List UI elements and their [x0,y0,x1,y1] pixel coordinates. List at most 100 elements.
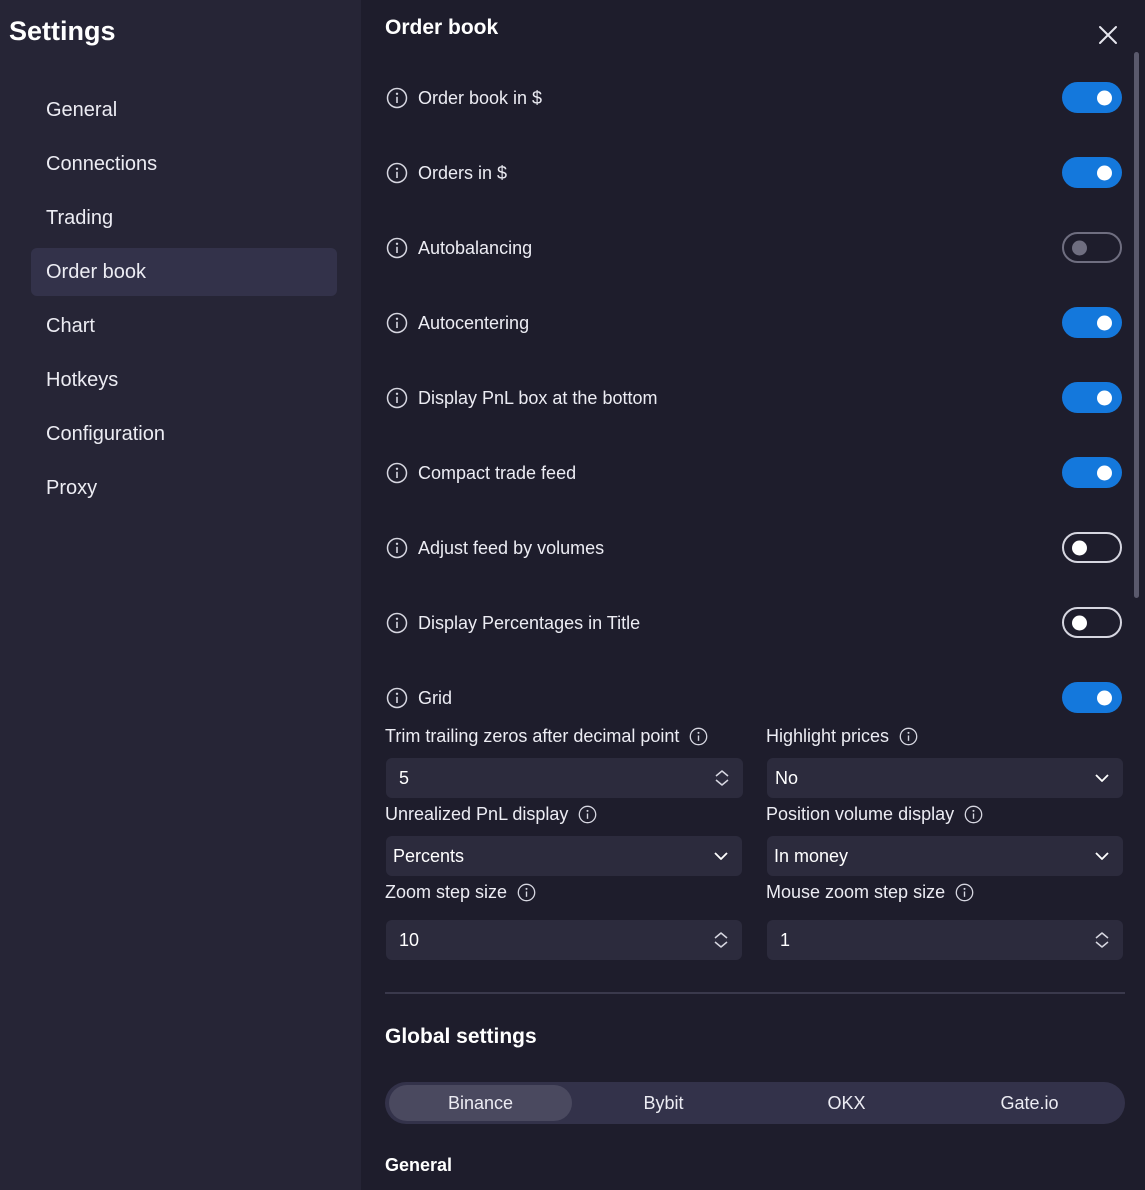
toggle-label: Autocentering [418,312,530,333]
highlight-prices-value: No [775,767,799,788]
toggle-knob [1097,90,1112,105]
mouse-zoom-step-stepper[interactable]: 1 [767,920,1123,960]
trim-zeros-value: 5 [399,767,410,788]
toggle-label: Orders in $ [418,162,508,183]
toggle-label: Order book in $ [418,87,543,108]
toggle-label: Autobalancing [418,237,533,258]
chevron-down-icon [1095,774,1109,782]
info-icon[interactable] [386,387,408,409]
info-icon[interactable] [517,883,536,902]
toggle-knob [1072,615,1087,630]
orders-in-dollars-toggle[interactable] [1062,157,1122,188]
tab-gate-io[interactable]: Gate.io [938,1085,1121,1121]
trim-zeros-label-group: Trim trailing zeros after decimal point [385,726,708,747]
position-volume-select[interactable]: In money [767,836,1123,876]
highlight-prices-select[interactable]: No [767,758,1123,798]
toggle-row-display-pnl-box: Display PnL box at the bottom [386,381,1122,415]
nav-item-general[interactable]: General [31,86,337,134]
toggle-row-grid: Grid [386,681,1122,715]
sidebar-title: Settings [9,16,116,46]
toggle-label: Adjust feed by volumes [418,537,605,558]
close-icon[interactable] [1095,22,1121,48]
info-icon[interactable] [386,162,408,184]
trim-zeros-stepper[interactable]: 5 [386,758,743,798]
order-book-panel: Order book Order book in $ Orders in $ A… [361,0,1145,1190]
toggle-knob [1097,690,1112,705]
info-icon[interactable] [899,727,918,746]
stepper-arrows-icon[interactable] [712,931,730,949]
tab-bybit[interactable]: Bybit [572,1085,755,1121]
general-subsection-title: General [385,1155,453,1175]
toggle-knob [1072,240,1087,255]
highlight-prices-label-group: Highlight prices [766,726,918,747]
toggle-knob [1097,165,1112,180]
info-icon[interactable] [386,87,408,109]
position-volume-value: In money [774,845,849,866]
tab-binance[interactable]: Binance [389,1085,572,1121]
nav-item-connections[interactable]: Connections [31,140,337,188]
grid-toggle[interactable] [1062,682,1122,713]
unrealized-pnl-label: Unrealized PnL display [385,804,569,824]
zoom-step-label: Zoom step size [385,882,508,902]
autocentering-toggle[interactable] [1062,307,1122,338]
info-icon[interactable] [386,537,408,559]
display-pnl-box-toggle[interactable] [1062,382,1122,413]
info-icon[interactable] [386,237,408,259]
section-divider [385,992,1125,994]
trim-zeros-label: Trim trailing zeros after decimal point [385,726,680,746]
unrealized-pnl-select[interactable]: Percents [386,836,742,876]
info-icon[interactable] [689,727,708,746]
nav-item-hotkeys[interactable]: Hotkeys [31,356,337,404]
autobalancing-toggle[interactable] [1062,232,1122,263]
mouse-zoom-step-value: 1 [780,929,791,950]
info-icon[interactable] [386,612,408,634]
adjust-feed-by-volumes-toggle[interactable] [1062,532,1122,563]
info-icon[interactable] [964,805,983,824]
toggle-knob [1097,465,1112,480]
toggle-label: Display PnL box at the bottom [418,387,658,408]
chevron-down-icon [1095,852,1109,860]
compact-trade-feed-toggle[interactable] [1062,457,1122,488]
toggle-row-compact-trade-feed: Compact trade feed [386,456,1122,490]
zoom-step-value: 10 [399,929,420,950]
toggle-row-autobalancing: Autobalancing [386,231,1122,265]
display-percentages-in-title-toggle[interactable] [1062,607,1122,638]
position-volume-label: Position volume display [766,804,955,824]
scrollbar[interactable] [1134,52,1139,598]
toggle-row-display-percentages-in-title: Display Percentages in Title [386,606,1122,640]
toggle-label: Display Percentages in Title [418,612,641,633]
info-icon[interactable] [578,805,597,824]
nav-item-trading[interactable]: Trading [31,194,337,242]
nav-item-configuration[interactable]: Configuration [31,410,337,458]
stepper-arrows-icon[interactable] [713,769,731,787]
nav-item-chart[interactable]: Chart [31,302,337,350]
zoom-step-stepper[interactable]: 10 [386,920,742,960]
unrealized-pnl-value: Percents [393,845,465,866]
chevron-down-icon [714,852,728,860]
tab-okx[interactable]: OKX [755,1085,938,1121]
toggle-knob [1097,315,1112,330]
highlight-prices-label: Highlight prices [766,726,890,746]
info-icon[interactable] [386,687,408,709]
toggle-row-adjust-feed-by-volumes: Adjust feed by volumes [386,531,1122,565]
nav-item-order-book[interactable]: Order book [31,248,337,296]
info-icon[interactable] [386,462,408,484]
stepper-arrows-icon[interactable] [1093,931,1111,949]
position-volume-label-group: Position volume display [766,804,983,825]
zoom-step-label-group: Zoom step size [385,882,536,903]
order-book-in-dollars-toggle[interactable] [1062,82,1122,113]
toggle-row-order-book-in-dollars: Order book in $ [386,81,1122,115]
settings-sidebar: Settings General Connections Trading Ord… [0,0,361,1190]
unrealized-pnl-label-group: Unrealized PnL display [385,804,597,825]
toggle-row-orders-in-dollars: Orders in $ [386,156,1122,190]
page-title: Order book [385,16,499,39]
mouse-zoom-step-label-group: Mouse zoom step size [766,882,974,903]
toggle-knob [1072,540,1087,555]
global-settings-title: Global settings [385,1025,537,1048]
info-icon[interactable] [386,312,408,334]
toggle-row-autocentering: Autocentering [386,306,1122,340]
nav-item-proxy[interactable]: Proxy [31,464,337,512]
mouse-zoom-step-label: Mouse zoom step size [766,882,946,902]
exchange-tabs: Binance Bybit OKX Gate.io [385,1082,1125,1124]
info-icon[interactable] [955,883,974,902]
